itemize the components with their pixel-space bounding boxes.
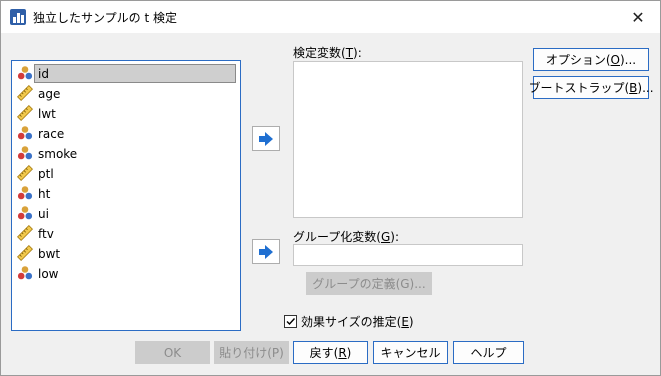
app-icon xyxy=(9,8,27,26)
variable-item-race[interactable]: race xyxy=(14,124,236,143)
variable-label-box: ptl xyxy=(34,164,236,183)
nominal-icon xyxy=(17,185,33,201)
variable-label: low xyxy=(38,266,59,281)
variable-label-box: ftv xyxy=(34,224,236,243)
variable-item-bwt[interactable]: bwt xyxy=(14,244,236,263)
nominal-icon xyxy=(17,265,33,281)
cancel-button[interactable]: キャンセル xyxy=(373,341,448,364)
nominal-icon xyxy=(17,125,33,141)
define-groups-button[interactable]: グループの定義(G)... xyxy=(306,272,432,295)
effect-size-option[interactable]: 効果サイズの推定(E) xyxy=(284,313,414,330)
nominal-icon xyxy=(17,65,33,81)
variable-label: ptl xyxy=(38,166,54,181)
ruler-icon xyxy=(17,105,33,121)
arrow-right-icon xyxy=(259,244,273,259)
variable-label-box: bwt xyxy=(34,244,236,263)
test-variables-label: 検定変数(T): xyxy=(293,46,362,60)
variable-label: id xyxy=(38,66,49,81)
variable-label-box: lwt xyxy=(34,104,236,123)
effect-size-label: 効果サイズの推定(E) xyxy=(301,315,414,329)
variable-item-ftv[interactable]: ftv xyxy=(14,224,236,243)
variable-label: race xyxy=(38,126,65,141)
arrow-right-icon xyxy=(259,131,273,146)
variable-label-box: ht xyxy=(34,184,236,203)
options-button[interactable]: オプション(O)... xyxy=(533,48,649,71)
variable-item-smoke[interactable]: smoke xyxy=(14,144,236,163)
close-button[interactable]: ✕ xyxy=(616,1,660,33)
variable-label: lwt xyxy=(38,106,56,121)
title-bar: 独立したサンプルの t 検定 ✕ xyxy=(1,1,660,33)
bootstrap-button[interactable]: ブートストラップ(B)... xyxy=(528,76,654,99)
source-variable-list[interactable]: id age lwt race smoke ptl ht ui ftv bwt low xyxy=(11,60,241,331)
ruler-icon xyxy=(17,245,33,261)
variable-item-age[interactable]: age xyxy=(14,84,236,103)
variable-item-lwt[interactable]: lwt xyxy=(14,104,236,123)
variable-item-ui[interactable]: ui xyxy=(14,204,236,223)
variable-label-box: race xyxy=(34,124,236,143)
variable-label: age xyxy=(38,86,61,101)
ruler-icon xyxy=(17,225,33,241)
test-variables-list[interactable] xyxy=(293,61,523,218)
nominal-icon xyxy=(17,145,33,161)
variable-label: smoke xyxy=(38,146,78,161)
variable-label-box: low xyxy=(34,264,236,283)
move-to-grouping-variable-button[interactable] xyxy=(252,239,280,264)
checkmark-icon xyxy=(286,318,296,326)
move-to-test-variables-button[interactable] xyxy=(252,126,280,151)
window-title: 独立したサンプルの t 検定 xyxy=(33,11,177,25)
close-icon: ✕ xyxy=(631,7,645,27)
variable-item-ht[interactable]: ht xyxy=(14,184,236,203)
ruler-icon xyxy=(17,165,33,181)
effect-size-checkbox[interactable] xyxy=(284,315,297,328)
variable-label-box: smoke xyxy=(34,144,236,163)
variable-label-box: id xyxy=(34,64,236,83)
reset-button[interactable]: 戻す(R) xyxy=(293,341,368,364)
variable-label: bwt xyxy=(38,246,61,261)
paste-button[interactable]: 貼り付け(P) xyxy=(214,341,289,364)
variable-item-ptl[interactable]: ptl xyxy=(14,164,236,183)
variable-label: ftv xyxy=(38,226,54,241)
variable-label: ui xyxy=(38,206,49,221)
variable-label: ht xyxy=(38,186,51,201)
grouping-variable-field[interactable] xyxy=(293,244,523,266)
variable-item-low[interactable]: low xyxy=(14,264,236,283)
ok-button[interactable]: OK xyxy=(135,341,210,364)
variable-item-id[interactable]: id xyxy=(14,64,236,83)
variable-label-box: age xyxy=(34,84,236,103)
variable-label-box: ui xyxy=(34,204,236,223)
grouping-variable-label: グループ化変数(G): xyxy=(293,230,400,244)
nominal-icon xyxy=(17,205,33,221)
help-button[interactable]: ヘルプ xyxy=(453,341,524,364)
ruler-icon xyxy=(17,85,33,101)
